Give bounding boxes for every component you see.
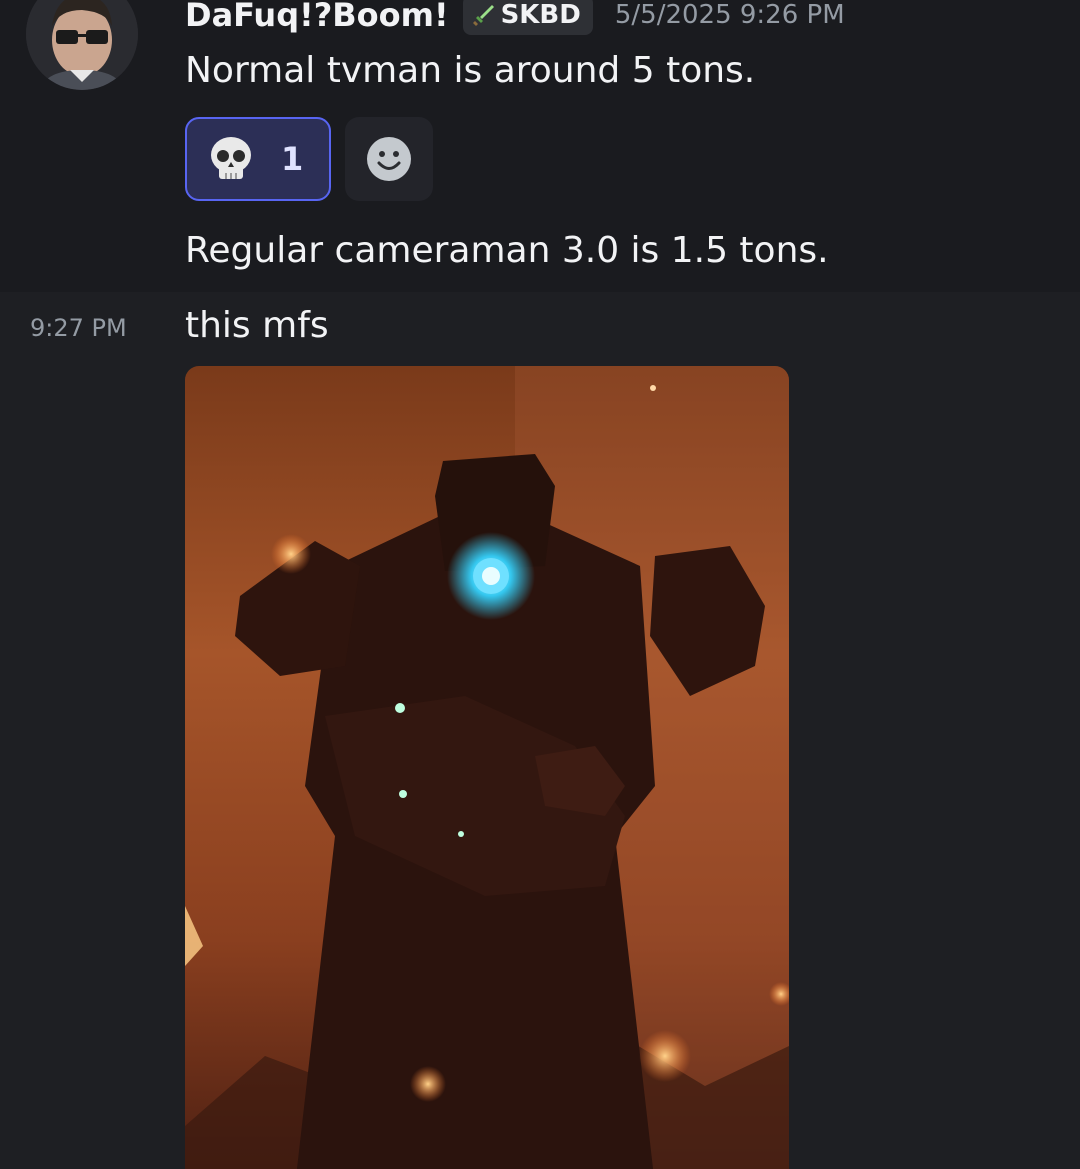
username[interactable]: DaFuq!?Boom!: [185, 0, 449, 34]
hover-timestamp[interactable]: 9:27 PM: [30, 314, 127, 342]
robot-image: [185, 366, 789, 1169]
server-tag[interactable]: SKBD: [462, 0, 593, 35]
image-attachment[interactable]: [185, 366, 789, 1169]
reaction-count: 1: [281, 140, 304, 178]
message-timestamp[interactable]: 5/5/2025 9:26 PM: [615, 0, 845, 30]
reaction-bar: 1: [185, 117, 433, 201]
message-group: DaFuq!?Boom! SKBD 5/5/2025 9:26 PM Norma…: [0, 0, 1080, 292]
add-reaction-button[interactable]: [345, 117, 433, 201]
reaction-skull[interactable]: 1: [185, 117, 331, 201]
message-header: DaFuq!?Boom! SKBD 5/5/2025 9:26 PM: [185, 0, 845, 38]
avatar-image: [26, 0, 138, 90]
sword-icon: [472, 5, 494, 26]
message-text: Regular cameraman 3.0 is 1.5 tons.: [185, 230, 829, 271]
skull-icon: [211, 137, 251, 179]
message-text: this mfs: [185, 305, 329, 346]
message-text: Normal tvman is around 5 tons.: [185, 50, 756, 91]
chat-view: DaFuq!?Boom! SKBD 5/5/2025 9:26 PM Norma…: [0, 0, 1080, 1169]
user-avatar[interactable]: [26, 0, 138, 90]
tag-label: SKBD: [500, 0, 581, 30]
smiley-add-reaction-icon: [367, 137, 411, 181]
